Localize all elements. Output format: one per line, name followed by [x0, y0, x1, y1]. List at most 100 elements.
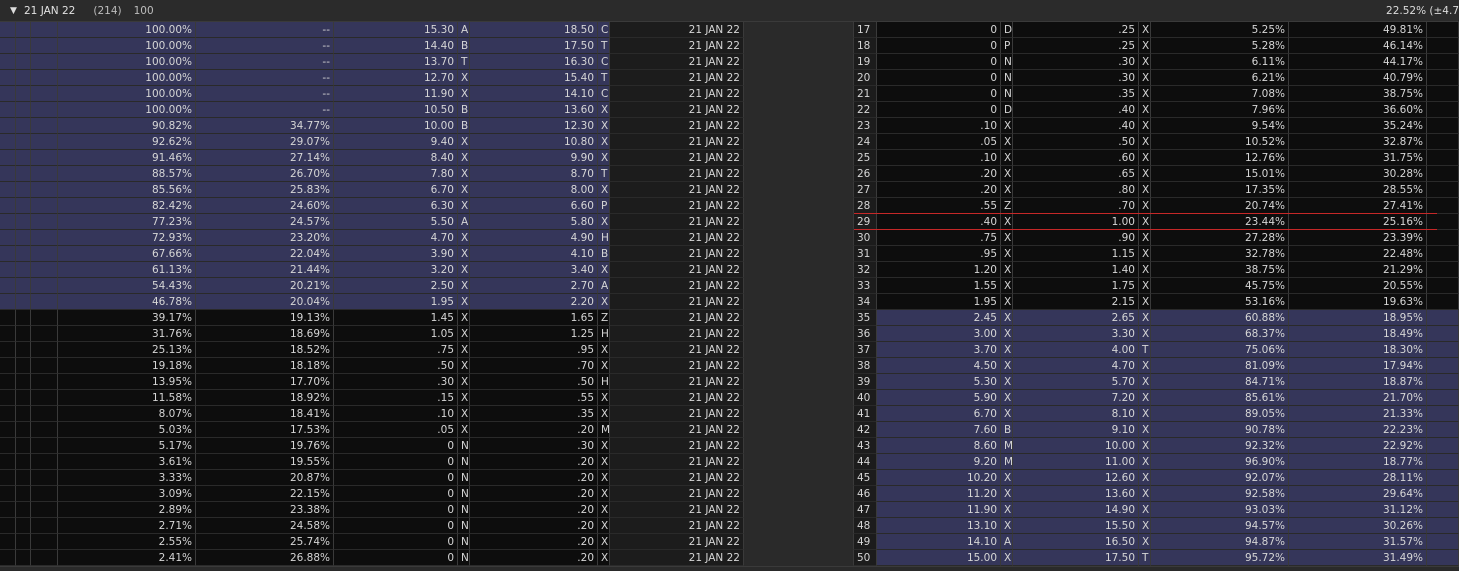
horizontal-scrollbar[interactable]: [0, 566, 1459, 571]
call-ask[interactable]: .20: [470, 518, 598, 534]
put-bid[interactable]: 0: [877, 54, 1001, 70]
call-ask[interactable]: .55: [470, 390, 598, 406]
put-ask[interactable]: 2.15: [1013, 294, 1139, 310]
put-ask[interactable]: .40: [1013, 118, 1139, 134]
call-bid[interactable]: 0: [334, 486, 458, 502]
call-ask[interactable]: 1.65: [470, 310, 598, 326]
call-ask[interactable]: 2.70: [470, 278, 598, 294]
table-row[interactable]: 100.00% -- 15.30 A 18.50 C 21 JAN 22 17 0 D .25 X 5.…: [0, 22, 1459, 38]
table-row[interactable]: 100.00% -- 14.40 B 17.50 T 21 JAN 22 18 0 P .25 X 5.…: [0, 38, 1459, 54]
call-ask[interactable]: 8.00: [470, 182, 598, 198]
table-row[interactable]: 85.56% 25.83% 6.70 X 8.00 X 21 JAN 22 27.20 X .80…: [0, 182, 1459, 198]
put-ask[interactable]: 16.50: [1013, 534, 1139, 550]
call-ask[interactable]: 10.80: [470, 134, 598, 150]
call-bid[interactable]: 6.30: [334, 198, 458, 214]
put-ask[interactable]: .25: [1013, 22, 1139, 38]
call-ask[interactable]: .20: [470, 550, 598, 566]
call-ask[interactable]: 14.10: [470, 86, 598, 102]
table-row[interactable]: 61.13% 21.44% 3.20 X 3.40 X 21 JAN 22 32 1.20 X 1.…: [0, 262, 1459, 278]
table-row[interactable]: 46.78% 20.04% 1.95 X 2.20 X 21 JAN 22 34 1.95 X 2.…: [0, 294, 1459, 310]
put-ask[interactable]: 1.00: [1013, 214, 1139, 230]
put-ask[interactable]: .30: [1013, 70, 1139, 86]
call-bid[interactable]: 0: [334, 534, 458, 550]
call-bid[interactable]: 5.50: [334, 214, 458, 230]
put-ask[interactable]: .50: [1013, 134, 1139, 150]
call-ask[interactable]: .20: [470, 454, 598, 470]
put-bid[interactable]: .95: [877, 246, 1001, 262]
put-ask[interactable]: 10.00: [1013, 438, 1139, 454]
put-ask[interactable]: .65: [1013, 166, 1139, 182]
chevron-down-icon[interactable]: ▼: [10, 6, 20, 16]
call-ask[interactable]: 12.30: [470, 118, 598, 134]
call-bid[interactable]: 2.50: [334, 278, 458, 294]
table-row[interactable]: 3.33% 20.87% 0 N .20 X 21 JAN 22 45 10.20 X 12.60 X…: [0, 470, 1459, 486]
put-ask[interactable]: 2.65: [1013, 310, 1139, 326]
call-ask[interactable]: 15.40: [470, 70, 598, 86]
put-ask[interactable]: 4.00: [1013, 342, 1139, 358]
put-bid[interactable]: 7.60: [877, 422, 1001, 438]
call-bid[interactable]: 11.90: [334, 86, 458, 102]
put-ask[interactable]: .90: [1013, 230, 1139, 246]
table-row[interactable]: 92.62% 29.07% 9.40 X 10.80 X 21 JAN 22 24.05 X .5…: [0, 134, 1459, 150]
call-bid[interactable]: 1.05: [334, 326, 458, 342]
table-row[interactable]: 19.18% 18.18% .50 X .70 X 21 JAN 22 38 4.50 X 4.70…: [0, 358, 1459, 374]
table-row[interactable]: 82.42% 24.60% 6.30 X 6.60 P 21 JAN 22 28.55 Z .70…: [0, 198, 1459, 214]
put-ask[interactable]: .25: [1013, 38, 1139, 54]
call-bid[interactable]: 3.90: [334, 246, 458, 262]
table-row[interactable]: 2.89% 23.38% 0 N .20 X 21 JAN 22 47 11.90 X 14.90 X…: [0, 502, 1459, 518]
table-row[interactable]: 90.82% 34.77% 10.00 B 12.30 X 21 JAN 22 23.10 X.…: [0, 118, 1459, 134]
table-row[interactable]: 11.58% 18.92% .15 X .55 X 21 JAN 22 40 5.90 X 7.20…: [0, 390, 1459, 406]
put-ask[interactable]: .60: [1013, 150, 1139, 166]
call-bid[interactable]: .30: [334, 374, 458, 390]
put-bid[interactable]: 13.10: [877, 518, 1001, 534]
put-bid[interactable]: .20: [877, 166, 1001, 182]
table-row[interactable]: 39.17% 19.13% 1.45 X 1.65 Z 21 JAN 22 35 2.45 X 2.…: [0, 310, 1459, 326]
table-row[interactable]: 67.66% 22.04% 3.90 X 4.10 B 21 JAN 22 31.95 X 1.1…: [0, 246, 1459, 262]
call-ask[interactable]: .70: [470, 358, 598, 374]
call-ask[interactable]: .20: [470, 470, 598, 486]
put-bid[interactable]: .10: [877, 150, 1001, 166]
table-row[interactable]: 72.93% 23.20% 4.70 X 4.90 H 21 JAN 22 30.75 X .90…: [0, 230, 1459, 246]
put-bid[interactable]: .20: [877, 182, 1001, 198]
call-bid[interactable]: 0: [334, 502, 458, 518]
table-row[interactable]: 100.00% -- 12.70 X 15.40 T 21 JAN 22 20 0 N .30 X 6.…: [0, 70, 1459, 86]
call-bid[interactable]: .75: [334, 342, 458, 358]
table-row[interactable]: 2.55% 25.74% 0 N .20 X 21 JAN 22 49 14.10 A 16.50 X…: [0, 534, 1459, 550]
put-bid[interactable]: 2.45: [877, 310, 1001, 326]
put-ask[interactable]: 1.40: [1013, 262, 1139, 278]
call-bid[interactable]: 3.20: [334, 262, 458, 278]
call-ask[interactable]: 9.90: [470, 150, 598, 166]
call-ask[interactable]: .50: [470, 374, 598, 390]
expiration-header[interactable]: ▼ 21 JAN 22 (214) 100 22.52% (±4.7: [0, 0, 1459, 22]
table-row[interactable]: 3.09% 22.15% 0 N .20 X 21 JAN 22 46 11.20 X 13.60 X…: [0, 486, 1459, 502]
call-ask[interactable]: 13.60: [470, 102, 598, 118]
put-bid[interactable]: 1.55: [877, 278, 1001, 294]
option-chain-grid[interactable]: 100.00% -- 15.30 A 18.50 C 21 JAN 22 17 0 D .25 X 5.…: [0, 22, 1459, 566]
table-row[interactable]: 91.46% 27.14% 8.40 X 9.90 X 21 JAN 22 25.10 X .60…: [0, 150, 1459, 166]
put-ask[interactable]: 7.20: [1013, 390, 1139, 406]
call-ask[interactable]: .30: [470, 438, 598, 454]
table-row[interactable]: 13.95% 17.70% .30 X .50 H 21 JAN 22 39 5.30 X 5.70…: [0, 374, 1459, 390]
table-row[interactable]: 5.03% 17.53% .05 X .20 M 21 JAN 22 42 7.60 B 9.10 X…: [0, 422, 1459, 438]
call-bid[interactable]: 10.00: [334, 118, 458, 134]
table-row[interactable]: 8.07% 18.41% .10 X .35 X 21 JAN 22 41 6.70 X 8.10 X…: [0, 406, 1459, 422]
table-row[interactable]: 5.17% 19.76% 0 N .30 X 21 JAN 22 43 8.60 M 10.00 X 9…: [0, 438, 1459, 454]
put-ask[interactable]: 5.70: [1013, 374, 1139, 390]
table-row[interactable]: 88.57% 26.70% 7.80 X 8.70 T 21 JAN 22 26.20 X .65…: [0, 166, 1459, 182]
put-ask[interactable]: .40: [1013, 102, 1139, 118]
call-ask[interactable]: 5.80: [470, 214, 598, 230]
call-bid[interactable]: 0: [334, 518, 458, 534]
call-bid[interactable]: 12.70: [334, 70, 458, 86]
call-bid[interactable]: 1.95: [334, 294, 458, 310]
call-ask[interactable]: 16.30: [470, 54, 598, 70]
put-bid[interactable]: .40: [877, 214, 1001, 230]
call-ask[interactable]: .20: [470, 422, 598, 438]
table-row[interactable]: 25.13% 18.52% .75 X .95 X 21 JAN 22 37 3.70 X 4.00…: [0, 342, 1459, 358]
table-row[interactable]: 100.00% -- 11.90 X 14.10 C 21 JAN 22 21 0 N .35 X 7.…: [0, 86, 1459, 102]
table-row[interactable]: 54.43% 20.21% 2.50 X 2.70 A 21 JAN 22 33 1.55 X 1.…: [0, 278, 1459, 294]
call-bid[interactable]: 4.70: [334, 230, 458, 246]
call-ask[interactable]: .20: [470, 502, 598, 518]
call-ask[interactable]: 3.40: [470, 262, 598, 278]
table-row[interactable]: 31.76% 18.69% 1.05 X 1.25 H 21 JAN 22 36 3.00 X 3.…: [0, 326, 1459, 342]
call-ask[interactable]: 1.25: [470, 326, 598, 342]
